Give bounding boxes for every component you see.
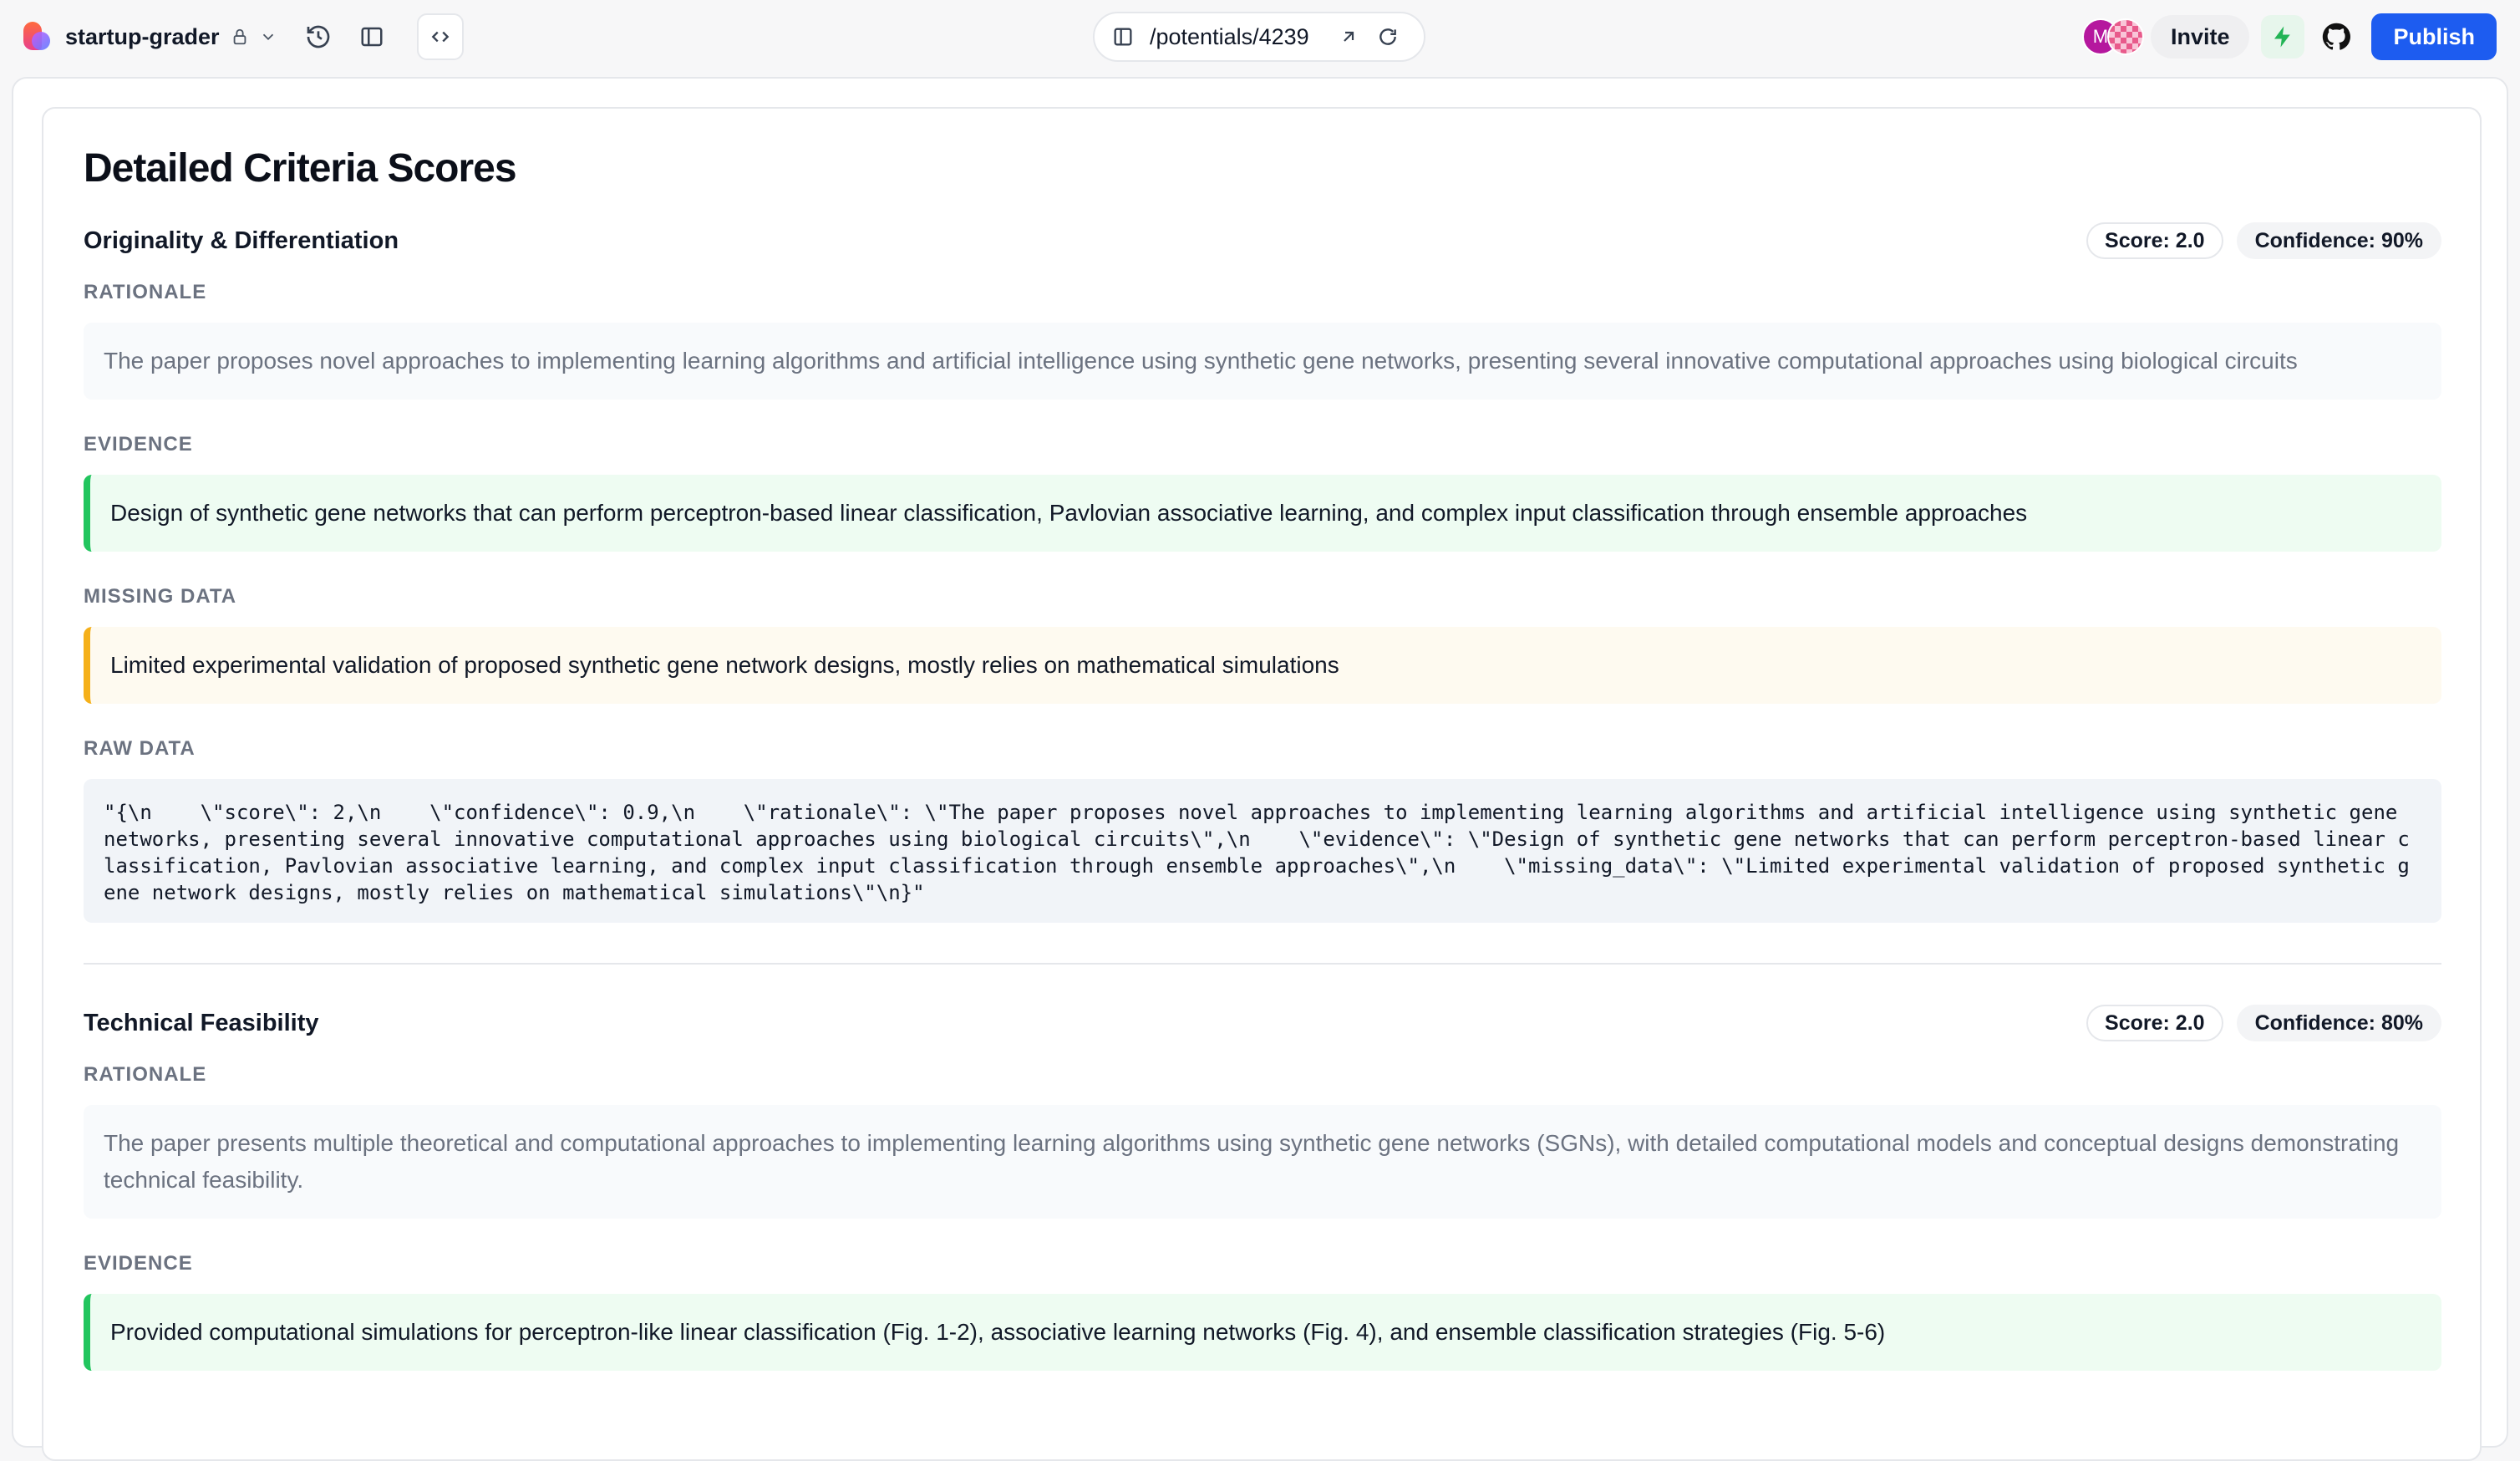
rationale-text: The paper proposes novel approaches to i…: [84, 323, 2441, 400]
collaborator-avatars[interactable]: M: [2081, 17, 2147, 57]
lock-icon: [230, 27, 250, 47]
refresh-icon[interactable]: [1377, 26, 1399, 48]
code-view-button[interactable]: [416, 13, 464, 60]
criterion-header: Originality & Differentiation Score: 2.0…: [84, 221, 2441, 261]
evidence-text: Provided computational simulations for p…: [84, 1294, 2441, 1371]
raw-data-label: RAW DATA: [84, 737, 196, 760]
open-external-icon[interactable]: [1339, 27, 1359, 47]
raw-data-block[interactable]: "{\n \"score\": 2,\n \"confidence\": 0.9…: [84, 779, 2441, 923]
criterion-name: Originality & Differentiation: [84, 227, 399, 254]
rationale-label: RATIONALE: [84, 1063, 207, 1086]
criteria-card: Detailed Criteria Scores Originality & D…: [42, 107, 2482, 1461]
url-bar[interactable]: /potentials/4239: [1093, 12, 1425, 62]
project-switcher[interactable]: startup-grader: [22, 13, 464, 60]
criterion-name: Technical Feasibility: [84, 1009, 319, 1036]
avatar: [2106, 18, 2144, 55]
score-badge: Score: 2.0: [2086, 1005, 2223, 1041]
preview-page-icon[interactable]: [1111, 25, 1135, 48]
invite-button[interactable]: Invite: [2150, 15, 2250, 59]
app-logo: [22, 22, 52, 52]
evidence-label: EVIDENCE: [84, 1252, 193, 1275]
top-bar: startup-grader /potentials/4239 M Invite…: [0, 0, 2520, 74]
lightning-icon[interactable]: [2261, 15, 2305, 59]
evidence-label: EVIDENCE: [84, 433, 193, 456]
missing-data-text: Limited experimental validation of propo…: [84, 627, 2441, 704]
chevron-down-icon[interactable]: [258, 27, 278, 47]
history-icon[interactable]: [303, 22, 333, 52]
rationale-text: The paper presents multiple theoretical …: [84, 1105, 2441, 1219]
preview-frame: Detailed Criteria Scores Originality & D…: [12, 77, 2508, 1461]
url-path[interactable]: /potentials/4239: [1150, 24, 1324, 50]
criterion-header: Technical Feasibility Score: 2.0 Confide…: [84, 1003, 2441, 1043]
confidence-badge: Confidence: 80%: [2236, 1005, 2441, 1041]
project-name[interactable]: startup-grader: [65, 24, 220, 50]
confidence-badge: Confidence: 90%: [2236, 222, 2441, 259]
score-badge: Score: 2.0: [2086, 222, 2223, 259]
evidence-text: Design of synthetic gene networks that c…: [84, 475, 2441, 552]
sidebar-toggle-icon[interactable]: [357, 22, 387, 52]
missing-data-label: MISSING DATA: [84, 585, 237, 608]
publish-button[interactable]: Publish: [2371, 13, 2497, 60]
page-title: Detailed Criteria Scores: [84, 146, 517, 191]
rationale-label: RATIONALE: [84, 281, 207, 303]
github-icon[interactable]: [2319, 20, 2353, 53]
